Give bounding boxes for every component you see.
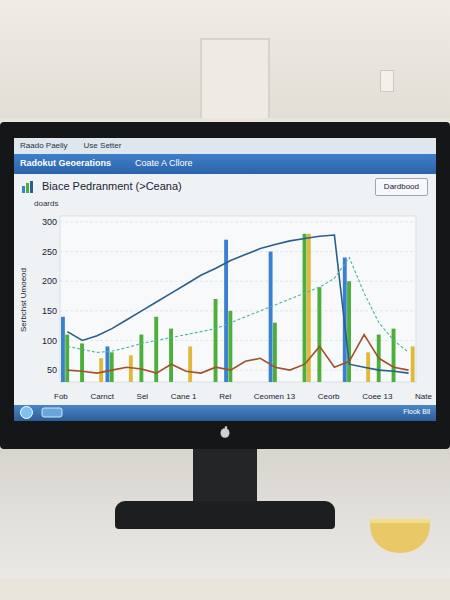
menu-item[interactable]: Use Setter: [84, 140, 122, 152]
grid-line: [60, 221, 416, 222]
chart-header: Biace Pedranment (>Ceana) Dardbood: [14, 174, 436, 196]
monitor-stand: [193, 449, 257, 501]
chart: 300 250 200 150 100 50: [32, 212, 422, 390]
line-series: [67, 257, 408, 352]
y-axis-tick: 100: [42, 335, 57, 345]
chart-bar: [224, 239, 228, 381]
y-axis-tick: 50: [47, 365, 57, 375]
chart-line: [67, 334, 408, 373]
chart-line: [67, 257, 408, 352]
y-axis-tick: 300: [42, 216, 57, 226]
chart-title: Biace Pedranment (>Ceana): [42, 178, 182, 195]
chart-bar: [65, 334, 69, 381]
x-axis-label: Cane 1: [171, 391, 197, 403]
x-axis: Fob Carnct Sel Cane 1 Rel Ceomen 13 Ceorb Coee …: [14, 390, 436, 405]
monitor: Raado Paelly Use Setter Radokut Geoerati…: [0, 122, 450, 449]
grid-line: [60, 310, 416, 311]
chart-bar: [139, 334, 143, 381]
chart-icon: [22, 181, 34, 193]
bar-series: [65, 233, 395, 381]
chart-bar: [392, 328, 396, 381]
grid-line: [60, 340, 416, 341]
chart-bar: [110, 352, 114, 382]
x-axis-label: Coee 13: [362, 391, 392, 403]
chart-bar: [411, 346, 415, 382]
app-title: Radokut Geoerations: [20, 157, 111, 171]
start-icon[interactable]: [20, 406, 33, 419]
dashboard-button[interactable]: Dardbood: [375, 178, 428, 196]
apple-logo-icon: [220, 426, 230, 438]
x-axis-label: Sel: [137, 391, 149, 403]
app-bar: Radokut Geoerations Coate A Cllore: [14, 154, 436, 174]
mug: [370, 519, 430, 553]
desk: [0, 449, 450, 579]
y-axis-label: Serbchst Umoeod: [18, 268, 32, 332]
wall-switch: [380, 70, 394, 92]
line-series: [67, 235, 408, 373]
chart-bar: [347, 281, 351, 382]
chart-bar: [303, 233, 307, 381]
app-icon[interactable]: [41, 407, 63, 418]
chart-area: Serbchst Umoeod 300 250 200 150 100 50: [14, 212, 436, 390]
x-axis-label: Ceomen 13: [254, 391, 295, 403]
x-axis-label: Carnct: [90, 391, 114, 403]
app-subtitle[interactable]: Coate A Cllore: [135, 157, 193, 171]
chart-bar: [169, 328, 173, 381]
plot-area: [60, 216, 416, 382]
monitor-base: [115, 501, 335, 529]
line-series: [67, 334, 408, 373]
window-title: Raado Paelly: [20, 140, 68, 152]
chart-bar: [269, 251, 273, 381]
x-axis-label: Fob: [54, 391, 68, 403]
taskbar-status: Flook Bll: [403, 407, 430, 418]
chart-bar: [273, 322, 277, 381]
x-axis-label: Nate: [415, 391, 432, 403]
chart-bar: [61, 316, 65, 381]
chart-bar: [317, 287, 321, 382]
taskbar: Flook Bll: [14, 405, 436, 421]
chart-bar: [228, 310, 232, 381]
chart-bar: [188, 346, 192, 382]
wall: [0, 0, 450, 118]
grid-line: [60, 280, 416, 281]
y-axis-tick: 200: [42, 276, 57, 286]
x-axis-label: Rel: [219, 391, 231, 403]
chart-subtitle: doards: [14, 196, 436, 212]
x-axis-label: Ceorb: [318, 391, 340, 403]
chart-line: [67, 235, 408, 373]
chart-bar: [214, 299, 218, 382]
window-title-bar: Raado Paelly Use Setter: [14, 138, 436, 154]
door: [200, 38, 270, 118]
menu-bar: Use Setter: [84, 140, 122, 152]
y-axis-tick: 250: [42, 246, 57, 256]
grid-line: [60, 251, 416, 252]
y-axis-tick: 150: [42, 305, 57, 315]
chart-bar: [99, 358, 103, 382]
screen: Raado Paelly Use Setter Radokut Geoerati…: [14, 138, 436, 421]
